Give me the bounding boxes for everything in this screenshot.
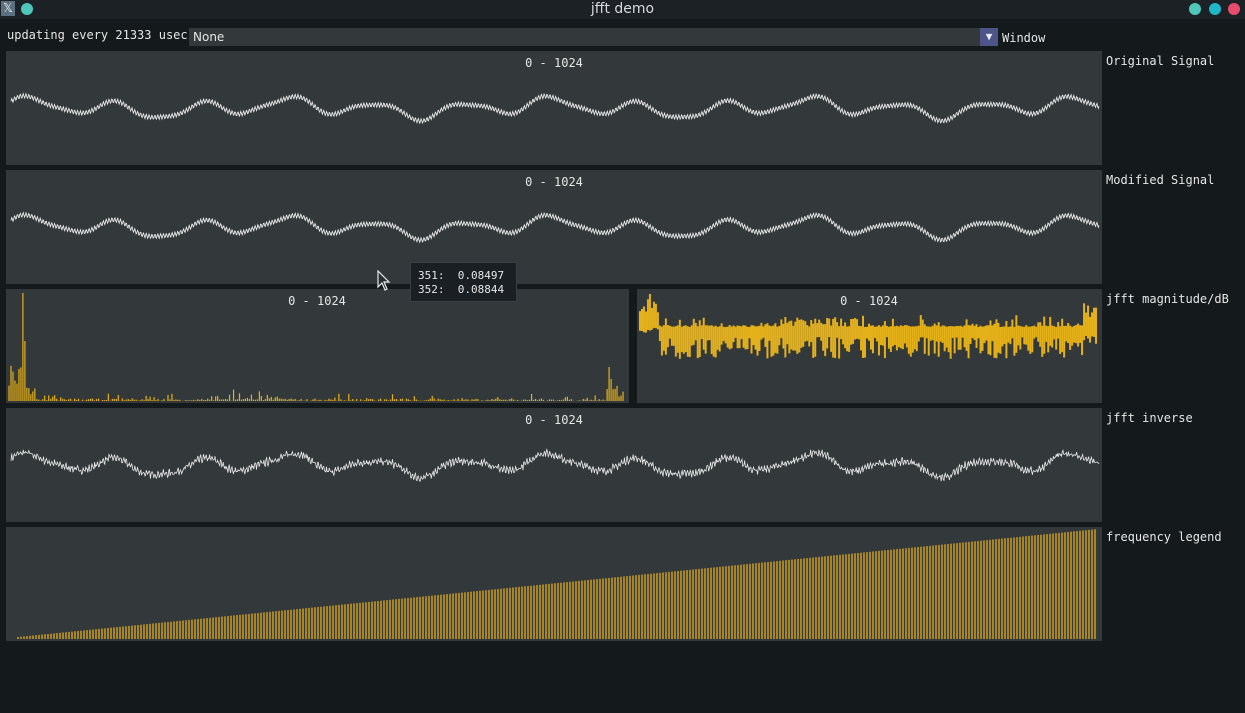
fft-db-label: jfft magnitude/dB	[1106, 292, 1229, 306]
waveform-line	[10, 92, 1100, 125]
tooltip-row: 351: 0.08497	[418, 269, 505, 282]
window-title: jfft demo	[590, 1, 655, 17]
mouse-pointer-icon	[377, 270, 391, 291]
tooltip-row: 352: 0.08844	[418, 283, 505, 296]
minimize-button[interactable]	[1189, 3, 1201, 15]
window-select-value: None	[193, 30, 225, 44]
modified-signal-plot[interactable]: 0 - 1024	[6, 170, 1102, 284]
modified-signal-label: Modified Signal	[1106, 173, 1215, 187]
maximize-button[interactable]	[1209, 3, 1221, 15]
waveform-line	[10, 211, 1100, 244]
close-button[interactable]	[1228, 3, 1240, 15]
hover-tooltip: 351: 0.08497 352: 0.08844	[410, 262, 517, 302]
waveform-line	[10, 448, 1100, 482]
original-signal-range: 0 - 1024	[525, 56, 583, 70]
update-rate-label: updating every 21333 usec	[7, 28, 188, 42]
frequency-legend-label: frequency legend	[1106, 530, 1222, 544]
window-select[interactable]: None ▼	[189, 28, 998, 46]
inverse-plot[interactable]: 0 - 1024	[6, 408, 1102, 522]
inverse-label: jfft inverse	[1106, 411, 1193, 425]
fft-db-range: 0 - 1024	[840, 294, 898, 308]
frequency-legend-plot[interactable]	[6, 527, 1102, 641]
fft-db-plot[interactable]: 0 - 1024	[637, 289, 1102, 403]
title-bar: 𝕏 jfft demo	[0, 0, 1245, 19]
modified-signal-range: 0 - 1024	[525, 175, 583, 189]
original-signal-plot[interactable]: 0 - 1024	[6, 51, 1102, 165]
inverse-range: 0 - 1024	[525, 413, 583, 427]
original-signal-label: Original Signal	[1106, 54, 1215, 68]
chevron-down-icon[interactable]: ▼	[980, 28, 998, 46]
fft-magnitude-range: 0 - 1024	[288, 294, 346, 308]
fft-magnitude-plot[interactable]: 0 - 1024	[6, 289, 629, 403]
window-select-label: Window	[1002, 31, 1046, 45]
